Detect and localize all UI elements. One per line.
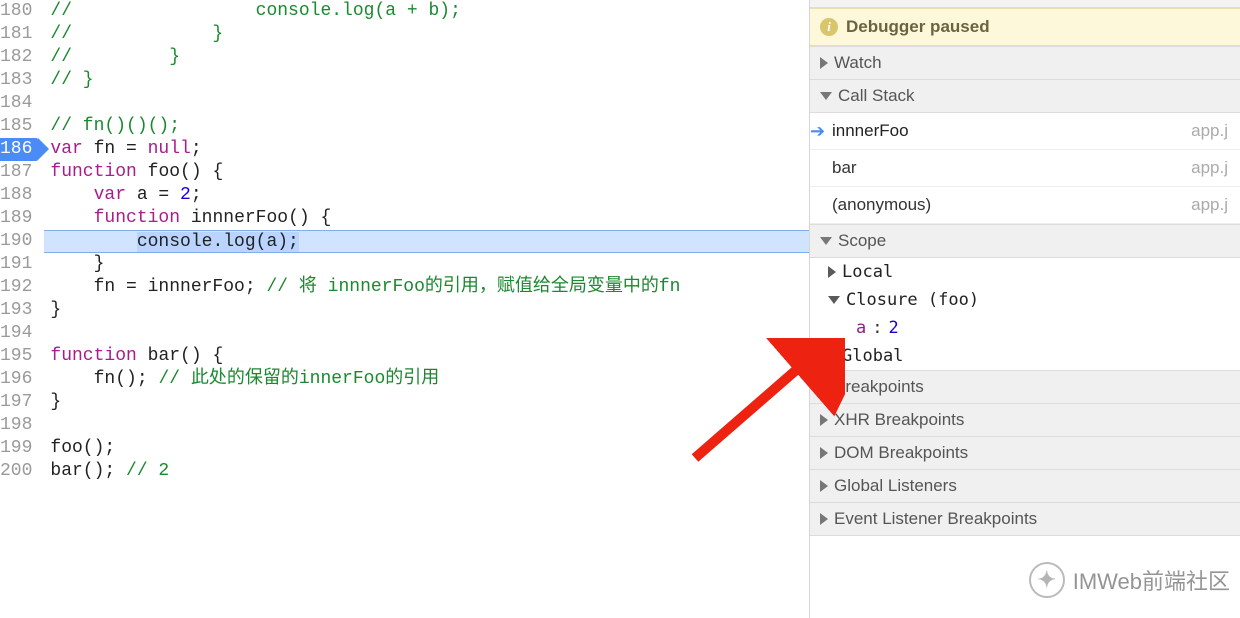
line-number[interactable]: 181: [0, 23, 38, 46]
code-line[interactable]: // console.log(a + b);: [44, 0, 809, 23]
scope-label: Closure (foo): [846, 290, 979, 310]
frame-source: app.j: [1191, 121, 1228, 141]
variable-name: a: [856, 318, 866, 338]
chevron-right-icon: [820, 480, 828, 492]
line-number[interactable]: 191: [0, 253, 38, 276]
line-number[interactable]: 194: [0, 322, 38, 345]
line-number[interactable]: 183: [0, 69, 38, 92]
code-line[interactable]: [44, 92, 809, 115]
code-line[interactable]: function foo() {: [44, 161, 809, 184]
line-number[interactable]: 185: [0, 115, 38, 138]
section-dom-breakpoints[interactable]: DOM Breakpoints: [810, 437, 1240, 470]
section-label: Breakpoints: [834, 377, 924, 397]
section-scope[interactable]: Scope: [810, 224, 1240, 258]
scope-global[interactable]: Global: [810, 342, 1240, 370]
line-number[interactable]: 182: [0, 46, 38, 69]
code-line[interactable]: var a = 2;: [44, 184, 809, 207]
scope-body: Local Closure (foo) a: 2 Global: [810, 258, 1240, 370]
section-call-stack[interactable]: Call Stack: [810, 80, 1240, 113]
frame-source: app.j: [1191, 195, 1228, 215]
code-line[interactable]: function bar() {: [44, 345, 809, 368]
debugger-toolbar-fragment: [810, 0, 1240, 8]
variable-sep: :: [872, 318, 882, 338]
section-label: Event Listener Breakpoints: [834, 509, 1037, 529]
info-icon: i: [820, 18, 838, 36]
line-number[interactable]: 187: [0, 161, 38, 184]
variable-value: 2: [889, 318, 899, 338]
paused-message: Debugger paused: [846, 17, 990, 37]
section-breakpoints[interactable]: Breakpoints: [810, 370, 1240, 404]
line-number[interactable]: 193: [0, 299, 38, 322]
code-line[interactable]: }: [44, 299, 809, 322]
code-line[interactable]: // }: [44, 69, 809, 92]
section-watch[interactable]: Watch: [810, 46, 1240, 80]
frame-name: bar: [832, 158, 857, 177]
code-line[interactable]: fn = innnerFoo; // 将 innnerFoo的引用，赋值给全局变…: [44, 276, 809, 299]
code-line[interactable]: // fn()()();: [44, 115, 809, 138]
code-line[interactable]: }: [44, 253, 809, 276]
line-number[interactable]: 198: [0, 414, 38, 437]
chevron-right-icon: [820, 57, 828, 69]
line-number[interactable]: 190: [0, 230, 38, 253]
line-number[interactable]: 192: [0, 276, 38, 299]
call-stack-list: ➔ innnerFoo app.j bar app.j (anonymous) app.j: [810, 113, 1240, 224]
code-editor-pane: 1801811821831841851861871881891901911921…: [0, 0, 810, 618]
frame-source: app.j: [1191, 158, 1228, 178]
chevron-down-icon: [820, 237, 832, 245]
code-line[interactable]: [44, 414, 809, 437]
code-line[interactable]: bar(); // 2: [44, 460, 809, 483]
section-global-listeners[interactable]: Global Listeners: [810, 470, 1240, 503]
code-line[interactable]: [44, 322, 809, 345]
code-line[interactable]: function innnerFoo() {: [44, 207, 809, 230]
line-number[interactable]: 188: [0, 184, 38, 207]
chevron-right-icon: [820, 381, 828, 393]
current-frame-arrow-icon: ➔: [810, 121, 825, 142]
code-area[interactable]: // console.log(a + b);// }// }// }// fn(…: [44, 0, 809, 618]
line-number[interactable]: 196: [0, 368, 38, 391]
section-label: XHR Breakpoints: [834, 410, 964, 430]
line-number-gutter[interactable]: 1801811821831841851861871881891901911921…: [0, 0, 44, 618]
call-stack-frame[interactable]: (anonymous) app.j: [810, 187, 1240, 224]
chevron-down-icon: [828, 296, 840, 304]
section-label: DOM Breakpoints: [834, 443, 968, 463]
line-number[interactable]: 184: [0, 92, 38, 115]
frame-name: (anonymous): [832, 195, 931, 214]
line-number[interactable]: 186: [0, 138, 38, 161]
section-label: Watch: [834, 53, 882, 73]
chevron-right-icon: [820, 414, 828, 426]
chevron-right-icon: [828, 350, 836, 362]
line-number[interactable]: 180: [0, 0, 38, 23]
line-number[interactable]: 195: [0, 345, 38, 368]
code-line[interactable]: // }: [44, 23, 809, 46]
code-line[interactable]: var fn = null;: [44, 138, 809, 161]
chevron-down-icon: [820, 92, 832, 100]
code-line[interactable]: fn(); // 此处的保留的innerFoo的引用: [44, 368, 809, 391]
line-number[interactable]: 199: [0, 437, 38, 460]
line-number[interactable]: 189: [0, 207, 38, 230]
section-label: Call Stack: [838, 86, 915, 106]
call-stack-frame[interactable]: bar app.j: [810, 150, 1240, 187]
line-number[interactable]: 197: [0, 391, 38, 414]
chevron-right-icon: [820, 513, 828, 525]
scope-label: Local: [842, 262, 893, 282]
debugger-paused-bar: i Debugger paused: [810, 8, 1240, 46]
chevron-right-icon: [820, 447, 828, 459]
code-line[interactable]: console.log(a);: [44, 230, 809, 253]
code-line[interactable]: // }: [44, 46, 809, 69]
scope-variable[interactable]: a: 2: [810, 314, 1240, 342]
frame-name: innnerFoo: [832, 121, 909, 140]
code-line[interactable]: }: [44, 391, 809, 414]
debugger-pane: i Debugger paused Watch Call Stack ➔ innn…: [810, 0, 1240, 618]
scope-closure[interactable]: Closure (foo): [810, 286, 1240, 314]
scope-label: Global: [842, 346, 903, 366]
line-number[interactable]: 200: [0, 460, 38, 483]
chevron-right-icon: [828, 266, 836, 278]
section-event-listener-breakpoints[interactable]: Event Listener Breakpoints: [810, 503, 1240, 536]
scope-local[interactable]: Local: [810, 258, 1240, 286]
section-label: Global Listeners: [834, 476, 957, 496]
call-stack-frame[interactable]: ➔ innnerFoo app.j: [810, 113, 1240, 150]
section-xhr-breakpoints[interactable]: XHR Breakpoints: [810, 404, 1240, 437]
code-line[interactable]: foo();: [44, 437, 809, 460]
section-label: Scope: [838, 231, 886, 251]
